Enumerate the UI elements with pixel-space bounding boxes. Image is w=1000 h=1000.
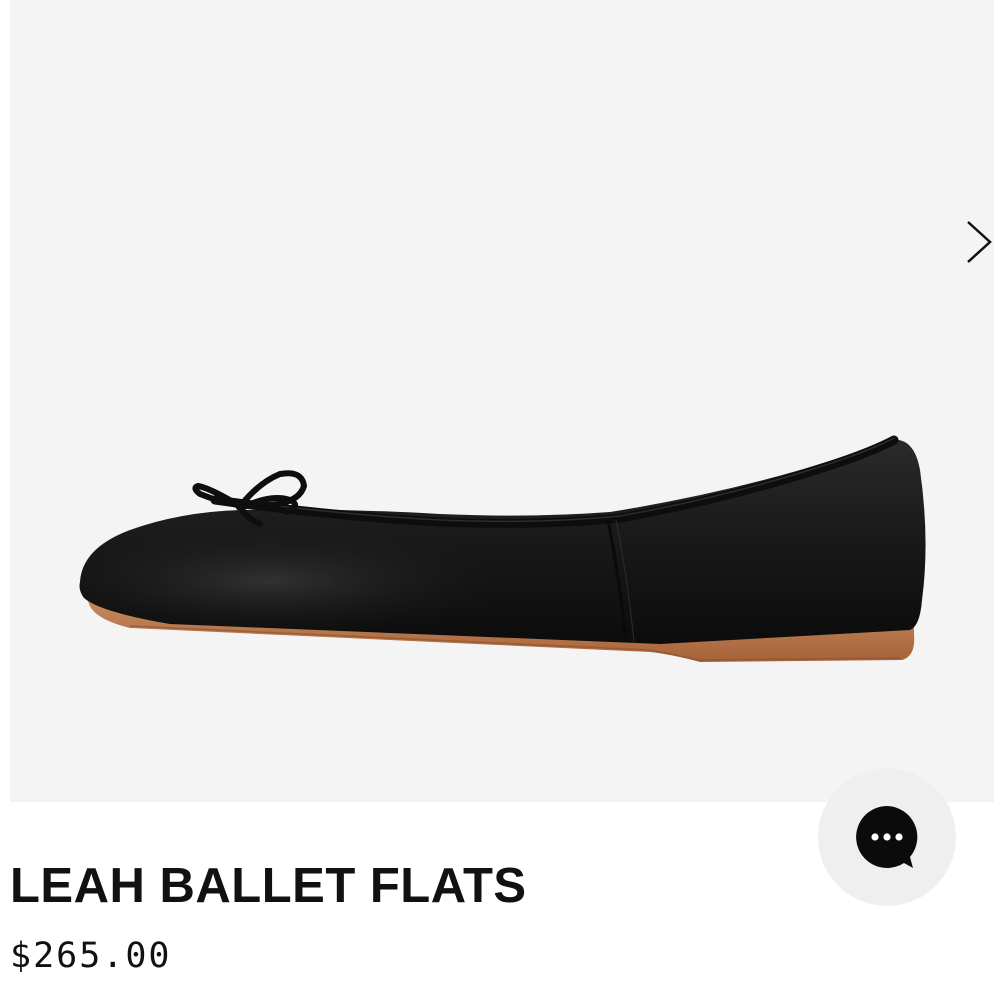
- product-image: [79, 435, 926, 662]
- product-price: $265.00: [10, 936, 172, 976]
- chevron-right-icon: [967, 221, 992, 263]
- next-image-button[interactable]: [956, 214, 994, 270]
- product-title: LEAH BALLET FLATS: [10, 859, 527, 913]
- chat-bubble-ellipsis-icon: [856, 806, 918, 868]
- chat-button[interactable]: [818, 768, 956, 906]
- product-page: LEAH BALLET FLATS $265.00: [0, 0, 1000, 1000]
- product-image-gallery[interactable]: [10, 0, 994, 802]
